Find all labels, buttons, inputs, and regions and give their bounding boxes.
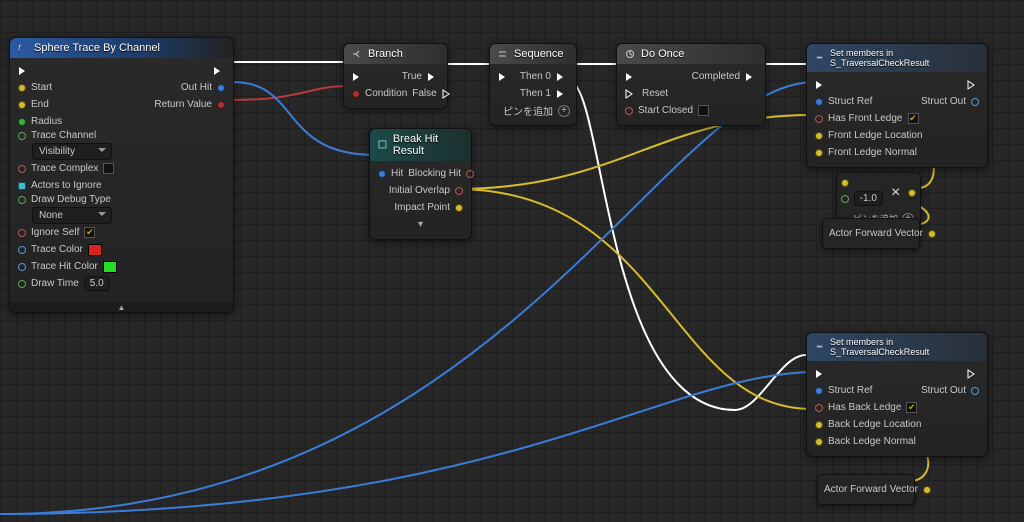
exec-false-pin[interactable] — [442, 89, 454, 99]
node-title: Sequence — [514, 48, 564, 60]
node-title: Set members in S_TraversalCheckResult — [830, 337, 979, 357]
multiply-icon: × — [891, 184, 900, 202]
pin-mult-b[interactable] — [841, 195, 849, 203]
exec-out-pin[interactable] — [967, 80, 979, 90]
exec-out-pin[interactable] — [967, 369, 979, 379]
doonce-icon — [625, 49, 635, 59]
sequence-icon — [498, 49, 508, 59]
node-header[interactable]: Sequence — [490, 44, 576, 64]
exec-completed-pin[interactable] — [745, 72, 757, 82]
node-title: Do Once — [641, 48, 684, 60]
pin-forward-out[interactable] — [923, 486, 931, 494]
struct-icon — [815, 342, 824, 352]
pin-trace-complex[interactable] — [18, 165, 26, 173]
expand-chevron-icon[interactable]: ▾ — [418, 219, 423, 230]
trace-channel-select[interactable]: Visibility — [32, 143, 112, 160]
swatch-trace-color[interactable] — [88, 244, 102, 256]
pin-initial-overlap[interactable] — [455, 187, 463, 195]
pin-struct-ref[interactable] — [815, 98, 823, 106]
node-title: Break Hit Result — [393, 133, 463, 157]
node-set-members-front[interactable]: Set members in S_TraversalCheckResult St… — [806, 43, 988, 168]
pin-front-normal[interactable] — [815, 149, 823, 157]
pin-front-loc[interactable] — [815, 132, 823, 140]
exec-true-pin[interactable] — [427, 72, 439, 82]
exec-reset-pin[interactable] — [625, 89, 637, 99]
node-branch[interactable]: Branch True Condition False — [343, 43, 448, 109]
pin-ignore-self[interactable] — [18, 229, 26, 237]
add-pin-button[interactable]: + — [558, 105, 570, 117]
branch-icon — [352, 49, 362, 59]
node-header[interactable]: Break Hit Result — [370, 129, 471, 161]
node-set-members-back[interactable]: Set members in S_TraversalCheckResult St… — [806, 332, 988, 457]
exec-in-pin[interactable] — [352, 72, 364, 82]
draw-time-value[interactable]: 5.0 — [84, 276, 110, 291]
pin-forward-out[interactable] — [928, 230, 936, 238]
exec-then1-pin[interactable] — [556, 89, 568, 99]
node-title: Sphere Trace By Channel — [34, 42, 160, 54]
exec-then0-pin[interactable] — [556, 72, 568, 82]
node-sequence[interactable]: Sequence Then 0 Then 1 ピンを追加+ — [489, 43, 577, 126]
pin-condition[interactable] — [352, 90, 360, 98]
node-title: Branch — [368, 48, 403, 60]
svg-text:f: f — [18, 43, 22, 53]
pin-blocking-hit[interactable] — [466, 170, 474, 178]
expand-toggle[interactable] — [10, 302, 233, 312]
pin-trace-color[interactable] — [18, 246, 26, 254]
pin-start[interactable] — [18, 84, 26, 92]
pin-has-back-ledge[interactable] — [815, 404, 823, 412]
node-actor-forward-2[interactable]: Actor Forward Vector — [817, 474, 915, 505]
swatch-trace-hit-color[interactable] — [103, 261, 117, 273]
exec-in-pin[interactable] — [18, 66, 30, 76]
function-icon: f — [18, 43, 28, 53]
pin-return-value[interactable] — [217, 101, 225, 109]
node-header[interactable]: Set members in S_TraversalCheckResult — [807, 333, 987, 361]
exec-out-pin[interactable] — [213, 66, 225, 76]
pin-start-closed[interactable] — [625, 107, 633, 115]
exec-in-pin[interactable] — [815, 369, 827, 379]
check-ignore-self[interactable] — [84, 227, 95, 238]
node-actor-forward-1[interactable]: Actor Forward Vector — [822, 218, 920, 249]
pin-back-loc[interactable] — [815, 421, 823, 429]
pin-draw-time[interactable] — [18, 280, 26, 288]
pin-struct-out[interactable] — [971, 98, 979, 106]
struct-icon — [378, 140, 387, 150]
pin-actors-ignore[interactable] — [18, 182, 26, 190]
pin-out-hit[interactable] — [217, 84, 225, 92]
node-header[interactable]: Set members in S_TraversalCheckResult — [807, 44, 987, 72]
node-do-once[interactable]: Do Once Completed Reset Start Closed — [616, 43, 766, 126]
pin-hit-in[interactable] — [378, 170, 386, 178]
pin-draw-debug[interactable] — [18, 196, 26, 204]
struct-icon — [815, 53, 824, 63]
exec-in-pin[interactable] — [498, 72, 510, 82]
exec-in-pin[interactable] — [625, 72, 637, 82]
pin-trace-channel[interactable] — [18, 132, 26, 140]
node-header[interactable]: Do Once — [617, 44, 765, 64]
mult-value[interactable]: -1.0 — [854, 191, 883, 206]
node-title: Set members in S_TraversalCheckResult — [830, 48, 979, 68]
pin-mult-out[interactable] — [908, 189, 916, 197]
node-break-hit[interactable]: Break Hit Result Hit Blocking Hit Initia… — [369, 128, 472, 240]
node-sphere-trace[interactable]: f Sphere Trace By Channel Start Out Hit … — [9, 37, 234, 313]
pin-struct-out[interactable] — [971, 387, 979, 395]
pin-trace-hit-color[interactable] — [18, 263, 26, 271]
pin-has-front-ledge[interactable] — [815, 115, 823, 123]
pin-end[interactable] — [18, 101, 26, 109]
pin-back-normal[interactable] — [815, 438, 823, 446]
node-header[interactable]: Branch — [344, 44, 447, 64]
pin-struct-ref[interactable] — [815, 387, 823, 395]
node-header[interactable]: f Sphere Trace By Channel — [10, 38, 233, 58]
check-has-front-ledge[interactable] — [908, 113, 919, 124]
pin-impact-point[interactable] — [455, 204, 463, 212]
pin-mult-a[interactable] — [841, 179, 849, 187]
check-start-closed[interactable] — [698, 105, 709, 116]
exec-in-pin[interactable] — [815, 80, 827, 90]
draw-debug-select[interactable]: None — [32, 207, 112, 224]
check-trace-complex[interactable] — [103, 163, 114, 174]
pin-radius[interactable] — [18, 118, 26, 126]
check-has-back-ledge[interactable] — [906, 402, 917, 413]
